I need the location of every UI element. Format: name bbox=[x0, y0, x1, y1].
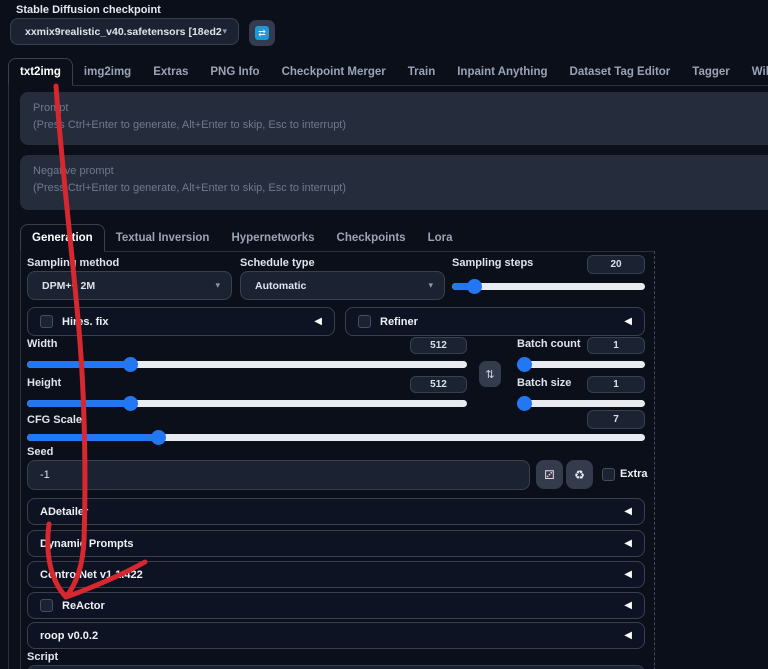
tab-hypernetworks[interactable]: Hypernetworks bbox=[220, 224, 325, 252]
negative-prompt-textarea[interactable]: Negative prompt (Press Ctrl+Enter to gen… bbox=[20, 155, 768, 210]
sampling-method-value: DPM++ 2M bbox=[42, 279, 96, 292]
swap-icon: ⇅ bbox=[485, 368, 495, 381]
slider-handle[interactable] bbox=[123, 396, 138, 411]
slider-handle[interactable] bbox=[467, 279, 482, 294]
adetailer-accordion[interactable]: ADetailer ◀ bbox=[27, 498, 645, 525]
tab-png-info[interactable]: PNG Info bbox=[199, 58, 270, 86]
chevron-down-icon: ▾ bbox=[428, 280, 433, 290]
controlnet-accordion[interactable]: ControlNet v1.1.422 ◀ bbox=[27, 561, 645, 588]
script-label: Script bbox=[27, 651, 59, 663]
batch-size-slider[interactable] bbox=[517, 396, 645, 411]
schedule-type-label: Schedule type bbox=[240, 257, 315, 269]
batch-size-input[interactable] bbox=[587, 376, 645, 393]
collapse-left-icon: ◀ bbox=[624, 569, 632, 580]
reuse-seed-button[interactable]: ♻ bbox=[566, 460, 593, 489]
cfg-scale-input[interactable] bbox=[587, 410, 645, 429]
schedule-type-value: Automatic bbox=[255, 279, 307, 292]
schedule-type-dropdown[interactable]: Automatic ▾ bbox=[240, 271, 445, 300]
width-slider[interactable] bbox=[27, 357, 467, 372]
checkpoint-value: xxmix9realistic_v40.safetensors [18ed2b6… bbox=[25, 25, 222, 38]
checkpoint-label: Stable Diffusion checkpoint bbox=[16, 4, 161, 16]
recycle-icon: ♻ bbox=[574, 467, 585, 482]
roop-accordion[interactable]: roop v0.0.2 ◀ bbox=[27, 622, 645, 649]
refiner-accordion[interactable]: Refiner ◀ bbox=[345, 307, 645, 336]
tab-lora[interactable]: Lora bbox=[417, 224, 464, 252]
collapse-left-icon: ◀ bbox=[624, 316, 632, 327]
seed-label: Seed bbox=[27, 446, 54, 458]
sampling-steps-label: Sampling steps bbox=[452, 257, 534, 269]
main-tab-bar: txt2img img2img Extras PNG Info Checkpoi… bbox=[8, 58, 768, 86]
cfg-scale-slider[interactable] bbox=[27, 430, 645, 445]
batch-count-slider[interactable] bbox=[517, 357, 645, 372]
batch-count-input[interactable] bbox=[587, 337, 645, 354]
collapse-left-icon: ◀ bbox=[624, 538, 632, 549]
cfg-scale-label: CFG Scale bbox=[27, 414, 83, 426]
seed-input[interactable] bbox=[27, 460, 530, 490]
width-label: Width bbox=[27, 338, 58, 350]
dice-icon: ⚂ bbox=[544, 467, 555, 482]
height-input[interactable] bbox=[410, 376, 467, 393]
tab-inpaint-anything[interactable]: Inpaint Anything bbox=[446, 58, 558, 86]
tab-dataset-tag-editor[interactable]: Dataset Tag Editor bbox=[559, 58, 682, 86]
reactor-accordion[interactable]: ReActor ◀ bbox=[27, 592, 645, 619]
batch-size-label: Batch size bbox=[517, 377, 572, 389]
collapse-left-icon: ◀ bbox=[624, 630, 632, 641]
tab-wildcards-manager[interactable]: Wildcards Manager bbox=[741, 58, 768, 86]
refiner-checkbox[interactable] bbox=[358, 315, 371, 328]
refiner-label: Refiner bbox=[380, 315, 418, 328]
reactor-label: ReActor bbox=[62, 599, 105, 612]
seed-extra-checkbox[interactable] bbox=[602, 468, 615, 481]
sampling-method-dropdown[interactable]: DPM++ 2M ▾ bbox=[27, 271, 232, 300]
prompt-textarea[interactable]: Prompt (Press Ctrl+Enter to generate, Al… bbox=[20, 92, 768, 145]
batch-count-label: Batch count bbox=[517, 338, 581, 350]
collapse-left-icon: ◀ bbox=[624, 600, 632, 611]
prompt-placeholder-title: Prompt bbox=[33, 102, 69, 114]
chevron-down-icon: ▾ bbox=[215, 280, 220, 290]
hires-fix-label: Hires. fix bbox=[62, 315, 109, 328]
tab-train[interactable]: Train bbox=[397, 58, 446, 86]
tab-checkpoints[interactable]: Checkpoints bbox=[326, 224, 417, 252]
hires-fix-accordion[interactable]: Hires. fix ◀ bbox=[27, 307, 335, 336]
dynamic-prompts-accordion[interactable]: Dynamic Prompts ◀ bbox=[27, 530, 645, 557]
sampling-steps-input[interactable] bbox=[587, 255, 645, 274]
chevron-down-icon: ▾ bbox=[222, 26, 227, 36]
height-label: Height bbox=[27, 377, 62, 389]
script-dropdown[interactable] bbox=[27, 665, 645, 669]
slider-handle[interactable] bbox=[517, 357, 532, 372]
slider-handle[interactable] bbox=[123, 357, 138, 372]
slider-handle[interactable] bbox=[517, 396, 532, 411]
refresh-checkpoint-button[interactable]: ⇄ bbox=[249, 20, 275, 46]
collapse-left-icon: ◀ bbox=[314, 316, 322, 327]
tab-txt2img[interactable]: txt2img bbox=[8, 58, 73, 86]
seed-extra-label: Extra bbox=[620, 468, 648, 480]
controlnet-label: ControlNet v1.1.422 bbox=[40, 568, 143, 581]
sampling-steps-slider[interactable] bbox=[452, 279, 645, 294]
width-input[interactable] bbox=[410, 337, 467, 354]
hires-fix-checkbox[interactable] bbox=[40, 315, 53, 328]
checkpoint-dropdown[interactable]: xxmix9realistic_v40.safetensors [18ed2b6… bbox=[10, 18, 239, 45]
tab-extras[interactable]: Extras bbox=[142, 58, 199, 86]
sampling-method-label: Sampling method bbox=[27, 257, 120, 269]
sub-tab-bar: Generation Textual Inversion Hypernetwor… bbox=[20, 224, 463, 252]
height-slider[interactable] bbox=[27, 396, 467, 411]
tab-textual-inversion[interactable]: Textual Inversion bbox=[105, 224, 221, 252]
tab-generation[interactable]: Generation bbox=[20, 224, 105, 252]
random-seed-button[interactable]: ⚂ bbox=[536, 460, 563, 489]
dynamic-prompts-label: Dynamic Prompts bbox=[40, 537, 134, 550]
roop-label: roop v0.0.2 bbox=[40, 629, 99, 642]
tab-tagger[interactable]: Tagger bbox=[681, 58, 741, 86]
collapse-left-icon: ◀ bbox=[624, 506, 632, 517]
reactor-checkbox[interactable] bbox=[40, 599, 53, 612]
tab-checkpoint-merger[interactable]: Checkpoint Merger bbox=[271, 58, 397, 86]
negative-prompt-placeholder-title: Negative prompt bbox=[33, 165, 114, 177]
stable-diffusion-webui: Stable Diffusion checkpoint xxmix9realis… bbox=[0, 0, 768, 669]
tab-img2img[interactable]: img2img bbox=[73, 58, 142, 86]
prompt-placeholder-hint: (Press Ctrl+Enter to generate, Alt+Enter… bbox=[33, 119, 347, 132]
slider-handle[interactable] bbox=[151, 430, 166, 445]
adetailer-label: ADetailer bbox=[40, 505, 89, 518]
negative-prompt-placeholder-hint: (Press Ctrl+Enter to generate, Alt+Enter… bbox=[33, 182, 347, 195]
swap-dimensions-button[interactable]: ⇅ bbox=[479, 361, 501, 387]
refresh-icon: ⇄ bbox=[255, 26, 269, 40]
